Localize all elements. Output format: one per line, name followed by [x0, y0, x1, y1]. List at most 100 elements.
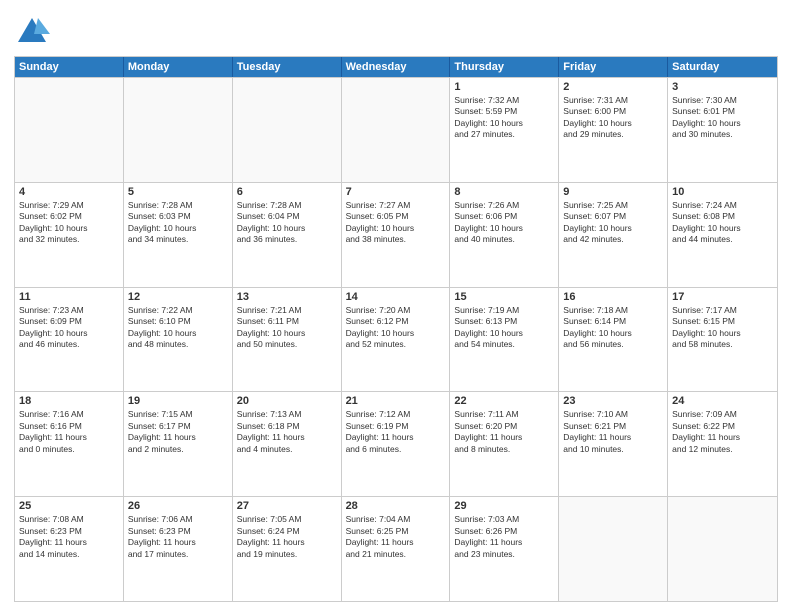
- day-number: 10: [672, 186, 773, 198]
- day-number: 19: [128, 395, 228, 407]
- calendar-cell: 4 Sunrise: 7:29 AM Sunset: 6:02 PM Daylig…: [15, 183, 124, 287]
- day-number: 9: [563, 186, 663, 198]
- calendar-cell: 25 Sunrise: 7:08 AM Sunset: 6:23 PM Dayli…: [15, 497, 124, 601]
- day-info: Sunrise: 7:30 AM Sunset: 6:01 PM Dayligh…: [672, 95, 773, 141]
- day-number: 20: [237, 395, 337, 407]
- calendar-cell: 14 Sunrise: 7:20 AM Sunset: 6:12 PM Dayli…: [342, 288, 451, 392]
- day-info: Sunrise: 7:20 AM Sunset: 6:12 PM Dayligh…: [346, 305, 446, 351]
- calendar-cell: 23 Sunrise: 7:10 AM Sunset: 6:21 PM Dayli…: [559, 392, 668, 496]
- calendar-cell: 1 Sunrise: 7:32 AM Sunset: 5:59 PM Daylig…: [450, 78, 559, 182]
- day-info: Sunrise: 7:21 AM Sunset: 6:11 PM Dayligh…: [237, 305, 337, 351]
- cal-header-day: Sunday: [15, 57, 124, 77]
- cal-header-day: Monday: [124, 57, 233, 77]
- day-info: Sunrise: 7:25 AM Sunset: 6:07 PM Dayligh…: [563, 200, 663, 246]
- calendar-cell: 8 Sunrise: 7:26 AM Sunset: 6:06 PM Daylig…: [450, 183, 559, 287]
- calendar-cell: 22 Sunrise: 7:11 AM Sunset: 6:20 PM Dayli…: [450, 392, 559, 496]
- calendar-cell: 26 Sunrise: 7:06 AM Sunset: 6:23 PM Dayli…: [124, 497, 233, 601]
- calendar-cell: 19 Sunrise: 7:15 AM Sunset: 6:17 PM Dayli…: [124, 392, 233, 496]
- cal-header-day: Thursday: [450, 57, 559, 77]
- day-number: 23: [563, 395, 663, 407]
- day-info: Sunrise: 7:04 AM Sunset: 6:25 PM Dayligh…: [346, 514, 446, 560]
- day-number: 26: [128, 500, 228, 512]
- calendar-row: 1 Sunrise: 7:32 AM Sunset: 5:59 PM Daylig…: [15, 77, 777, 182]
- day-info: Sunrise: 7:12 AM Sunset: 6:19 PM Dayligh…: [346, 409, 446, 455]
- calendar-cell: 2 Sunrise: 7:31 AM Sunset: 6:00 PM Daylig…: [559, 78, 668, 182]
- calendar-cell: 16 Sunrise: 7:18 AM Sunset: 6:14 PM Dayli…: [559, 288, 668, 392]
- day-number: 7: [346, 186, 446, 198]
- calendar-row: 4 Sunrise: 7:29 AM Sunset: 6:02 PM Daylig…: [15, 182, 777, 287]
- day-number: 3: [672, 81, 773, 93]
- calendar-cell: 28 Sunrise: 7:04 AM Sunset: 6:25 PM Dayli…: [342, 497, 451, 601]
- day-number: 18: [19, 395, 119, 407]
- day-info: Sunrise: 7:18 AM Sunset: 6:14 PM Dayligh…: [563, 305, 663, 351]
- day-info: Sunrise: 7:28 AM Sunset: 6:04 PM Dayligh…: [237, 200, 337, 246]
- day-info: Sunrise: 7:11 AM Sunset: 6:20 PM Dayligh…: [454, 409, 554, 455]
- day-number: 13: [237, 291, 337, 303]
- logo-icon: [14, 14, 50, 50]
- day-number: 16: [563, 291, 663, 303]
- header: [14, 10, 778, 50]
- day-info: Sunrise: 7:27 AM Sunset: 6:05 PM Dayligh…: [346, 200, 446, 246]
- day-info: Sunrise: 7:17 AM Sunset: 6:15 PM Dayligh…: [672, 305, 773, 351]
- day-number: 12: [128, 291, 228, 303]
- day-info: Sunrise: 7:24 AM Sunset: 6:08 PM Dayligh…: [672, 200, 773, 246]
- day-info: Sunrise: 7:05 AM Sunset: 6:24 PM Dayligh…: [237, 514, 337, 560]
- day-number: 22: [454, 395, 554, 407]
- day-number: 5: [128, 186, 228, 198]
- calendar-cell: 3 Sunrise: 7:30 AM Sunset: 6:01 PM Daylig…: [668, 78, 777, 182]
- day-number: 17: [672, 291, 773, 303]
- day-number: 29: [454, 500, 554, 512]
- day-info: Sunrise: 7:13 AM Sunset: 6:18 PM Dayligh…: [237, 409, 337, 455]
- cal-header-day: Friday: [559, 57, 668, 77]
- calendar-cell: [233, 78, 342, 182]
- day-info: Sunrise: 7:22 AM Sunset: 6:10 PM Dayligh…: [128, 305, 228, 351]
- day-info: Sunrise: 7:16 AM Sunset: 6:16 PM Dayligh…: [19, 409, 119, 455]
- day-info: Sunrise: 7:08 AM Sunset: 6:23 PM Dayligh…: [19, 514, 119, 560]
- day-number: 4: [19, 186, 119, 198]
- calendar-cell: 5 Sunrise: 7:28 AM Sunset: 6:03 PM Daylig…: [124, 183, 233, 287]
- calendar-cell: 6 Sunrise: 7:28 AM Sunset: 6:04 PM Daylig…: [233, 183, 342, 287]
- day-info: Sunrise: 7:06 AM Sunset: 6:23 PM Dayligh…: [128, 514, 228, 560]
- day-info: Sunrise: 7:09 AM Sunset: 6:22 PM Dayligh…: [672, 409, 773, 455]
- calendar-row: 18 Sunrise: 7:16 AM Sunset: 6:16 PM Dayli…: [15, 391, 777, 496]
- day-number: 2: [563, 81, 663, 93]
- day-info: Sunrise: 7:26 AM Sunset: 6:06 PM Dayligh…: [454, 200, 554, 246]
- day-number: 14: [346, 291, 446, 303]
- day-info: Sunrise: 7:31 AM Sunset: 6:00 PM Dayligh…: [563, 95, 663, 141]
- day-number: 28: [346, 500, 446, 512]
- calendar-cell: [342, 78, 451, 182]
- calendar-row: 25 Sunrise: 7:08 AM Sunset: 6:23 PM Dayli…: [15, 496, 777, 601]
- calendar-cell: [668, 497, 777, 601]
- day-number: 1: [454, 81, 554, 93]
- day-number: 25: [19, 500, 119, 512]
- cal-header-day: Tuesday: [233, 57, 342, 77]
- calendar-cell: 24 Sunrise: 7:09 AM Sunset: 6:22 PM Dayli…: [668, 392, 777, 496]
- day-info: Sunrise: 7:28 AM Sunset: 6:03 PM Dayligh…: [128, 200, 228, 246]
- calendar-cell: 12 Sunrise: 7:22 AM Sunset: 6:10 PM Dayli…: [124, 288, 233, 392]
- logo: [14, 14, 54, 50]
- day-number: 27: [237, 500, 337, 512]
- day-number: 8: [454, 186, 554, 198]
- day-number: 15: [454, 291, 554, 303]
- page: SundayMondayTuesdayWednesdayThursdayFrid…: [0, 0, 792, 612]
- calendar-cell: 27 Sunrise: 7:05 AM Sunset: 6:24 PM Dayli…: [233, 497, 342, 601]
- day-info: Sunrise: 7:10 AM Sunset: 6:21 PM Dayligh…: [563, 409, 663, 455]
- calendar-cell: 10 Sunrise: 7:24 AM Sunset: 6:08 PM Dayli…: [668, 183, 777, 287]
- calendar-cell: 20 Sunrise: 7:13 AM Sunset: 6:18 PM Dayli…: [233, 392, 342, 496]
- calendar-cell: [559, 497, 668, 601]
- calendar-cell: 15 Sunrise: 7:19 AM Sunset: 6:13 PM Dayli…: [450, 288, 559, 392]
- calendar-cell: 9 Sunrise: 7:25 AM Sunset: 6:07 PM Daylig…: [559, 183, 668, 287]
- day-info: Sunrise: 7:15 AM Sunset: 6:17 PM Dayligh…: [128, 409, 228, 455]
- day-info: Sunrise: 7:23 AM Sunset: 6:09 PM Dayligh…: [19, 305, 119, 351]
- calendar-cell: 7 Sunrise: 7:27 AM Sunset: 6:05 PM Daylig…: [342, 183, 451, 287]
- cal-header-day: Saturday: [668, 57, 777, 77]
- calendar-cell: 29Sunrise: 7:03 AM Sunset: 6:26 PM Dayli…: [450, 497, 559, 601]
- day-info: Sunrise: 7:32 AM Sunset: 5:59 PM Dayligh…: [454, 95, 554, 141]
- day-number: 11: [19, 291, 119, 303]
- day-number: 24: [672, 395, 773, 407]
- day-info: Sunrise: 7:29 AM Sunset: 6:02 PM Dayligh…: [19, 200, 119, 246]
- day-info: Sunrise: 7:19 AM Sunset: 6:13 PM Dayligh…: [454, 305, 554, 351]
- day-number: 6: [237, 186, 337, 198]
- calendar-cell: [124, 78, 233, 182]
- calendar-cell: 13 Sunrise: 7:21 AM Sunset: 6:11 PM Dayli…: [233, 288, 342, 392]
